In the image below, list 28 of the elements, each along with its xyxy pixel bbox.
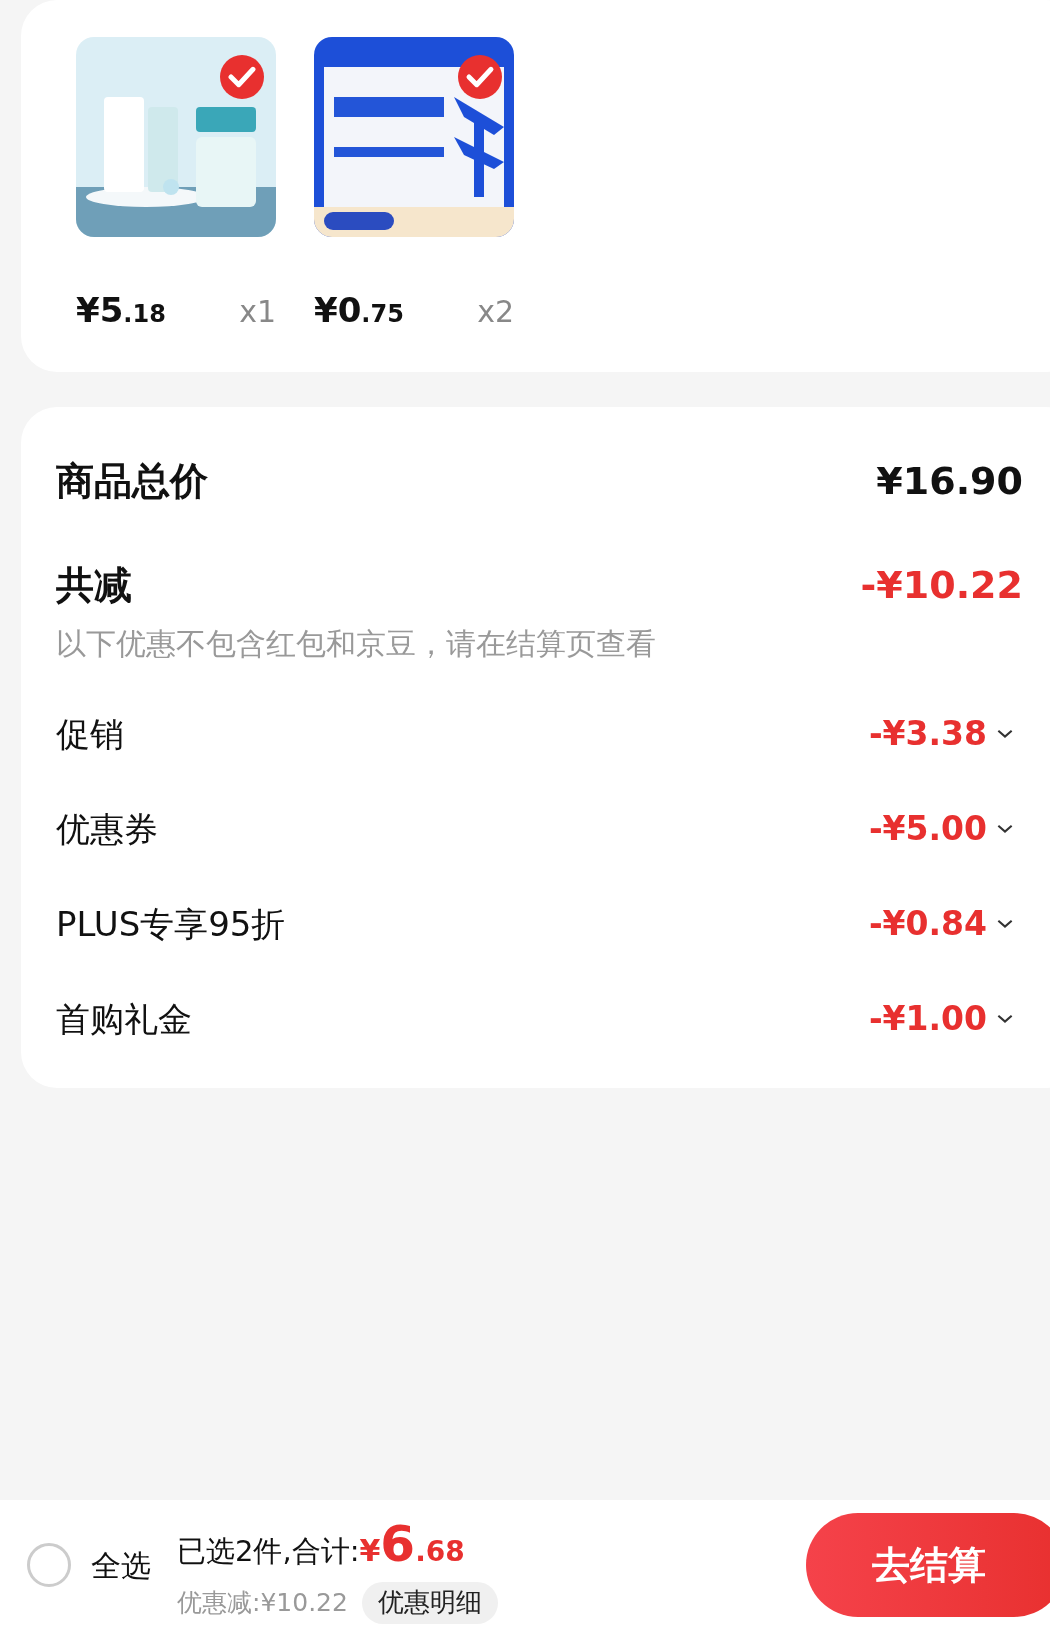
total-label: 商品总价 [56, 457, 208, 505]
select-all-label[interactable]: 全选 [91, 1542, 151, 1588]
checkout-button[interactable]: 去结算 [806, 1513, 1050, 1617]
discount-item-label: 促销 [56, 712, 124, 756]
discount-label: 共减 [56, 561, 132, 609]
discount-value: -¥10.22 [860, 561, 1023, 609]
chevron-down-icon[interactable] [995, 729, 1015, 739]
discount-item-label: 首购礼金 [56, 997, 192, 1041]
discount-item-value: -¥5.00 [868, 808, 987, 851]
selected-summary: 已选2件,合计: [177, 1532, 360, 1570]
price: ¥5.18 [76, 289, 166, 332]
chevron-down-icon[interactable] [995, 824, 1015, 834]
discount-item-value: -¥3.38 [868, 713, 987, 756]
discount-item-value: -¥0.84 [868, 903, 987, 946]
discount-item-label: 优惠券 [56, 807, 158, 851]
total-price: ¥6.68 [359, 1513, 465, 1575]
quantity: x1 [239, 293, 276, 331]
chevron-down-icon[interactable] [995, 1014, 1015, 1024]
select-all-radio[interactable] [27, 1543, 71, 1587]
total-value: ¥16.90 [876, 457, 1023, 505]
discount-note: 以下优惠不包含红包和京豆，请在结算页查看 [56, 625, 657, 663]
saved-amount: 优惠减:¥10.22 [177, 1586, 348, 1619]
discount-details-button[interactable]: 优惠明细 [361, 1581, 498, 1624]
discount-item-value: -¥1.00 [868, 998, 987, 1041]
discount-item-label: PLUS专享95折 [56, 902, 286, 946]
price: ¥0.75 [314, 289, 404, 332]
quantity: x2 [477, 293, 514, 331]
chevron-down-icon[interactable] [995, 919, 1015, 929]
